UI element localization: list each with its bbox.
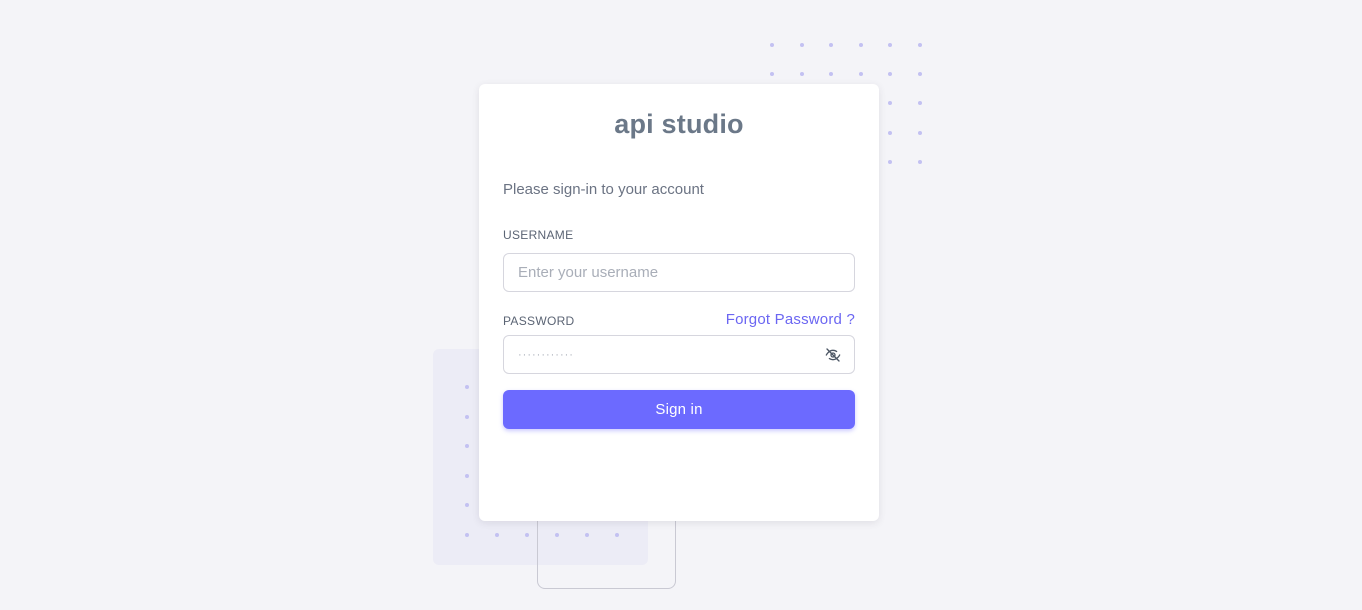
decorative-dot (917, 159, 922, 164)
forgot-password-link[interactable]: Forgot Password ? (726, 311, 855, 328)
decorative-dot (917, 130, 922, 135)
decorative-dot (495, 532, 499, 537)
decorative-dot (770, 43, 774, 47)
decorative-dot (465, 414, 469, 419)
decorative-dot (858, 43, 863, 47)
decorative-dot (770, 72, 774, 77)
decorative-dot (917, 101, 922, 106)
decorative-dot (465, 473, 469, 478)
decorative-dot (465, 385, 469, 389)
password-input[interactable] (503, 335, 855, 374)
password-label-row: PASSWORD Forgot Password ? (503, 311, 855, 328)
decorative-dot (888, 72, 893, 77)
decorative-dot (888, 130, 893, 135)
decorative-dot (465, 532, 469, 537)
username-input[interactable] (503, 253, 855, 292)
decorative-dot (799, 43, 804, 47)
decorative-dot (465, 503, 469, 508)
decorative-dot (829, 43, 834, 47)
decorative-dot (888, 159, 893, 164)
sign-in-button[interactable]: Sign in (503, 390, 855, 429)
decorative-dot (917, 43, 922, 47)
decorative-dot (888, 101, 893, 106)
login-subtitle: Please sign-in to your account (503, 181, 704, 198)
decorative-dot (525, 532, 529, 537)
login-form: USERNAME PASSWORD Forgot Password ? Sign… (503, 228, 855, 429)
decorative-dot (917, 72, 922, 77)
decorative-dot (888, 43, 893, 47)
username-label: USERNAME (503, 228, 574, 242)
password-label: PASSWORD (503, 314, 575, 328)
eye-off-icon[interactable] (825, 347, 841, 363)
decorative-dot (465, 444, 469, 449)
decorative-dot (858, 72, 863, 77)
password-field-wrapper (503, 335, 855, 374)
decorative-dot (799, 72, 804, 77)
brand-logo-text: api studio (614, 109, 744, 139)
decorative-dot (829, 72, 834, 77)
login-card: api studio Please sign-in to your accoun… (479, 84, 879, 521)
